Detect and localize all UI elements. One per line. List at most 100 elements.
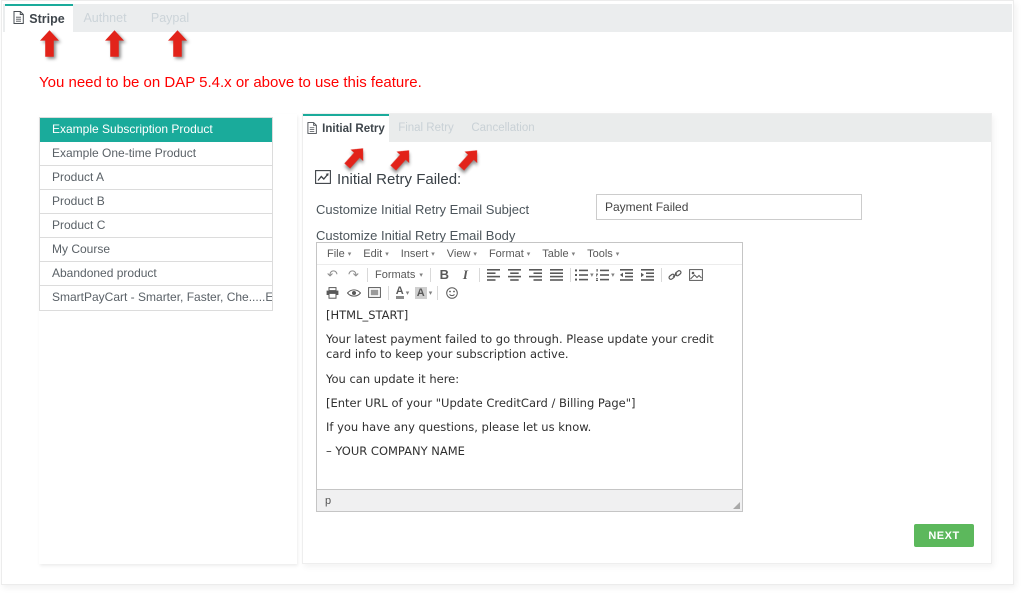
product-item-my-course[interactable]: My Course — [40, 238, 272, 262]
body-paragraph: [Enter URL of your "Update CreditCard / … — [326, 396, 733, 411]
editor-menubar: File▾ Edit▾ Insert▾ View▾ Format▾ Table▾… — [317, 243, 742, 264]
subject-label: Customize Initial Retry Email Subject — [316, 202, 529, 217]
menu-view[interactable]: View▾ — [442, 248, 484, 260]
product-item-example-onetime[interactable]: Example One-time Product — [40, 142, 272, 166]
chevron-down-icon: ▾ — [431, 250, 435, 258]
gateway-tab-strip: Stripe Authnet Paypal — [3, 4, 1012, 32]
chart-icon — [315, 170, 331, 188]
menu-view-label: View — [447, 248, 471, 260]
email-body-editor-frame: File▾ Edit▾ Insert▾ View▾ Format▾ Table▾… — [316, 242, 743, 512]
tab-stripe[interactable]: Stripe — [5, 4, 73, 32]
chevron-down-icon: ▾ — [527, 250, 531, 258]
chevron-down-icon: ▾ — [406, 289, 410, 297]
chevron-down-icon: ▾ — [473, 250, 477, 258]
tab-cancellation-label: Cancellation — [471, 122, 534, 134]
tab-paypal-label: Paypal — [151, 11, 189, 25]
emoticon-icon[interactable] — [441, 285, 462, 301]
align-left-icon[interactable] — [483, 267, 504, 283]
link-icon[interactable] — [665, 267, 686, 283]
align-justify-icon[interactable] — [546, 267, 567, 283]
formats-label: Formats — [375, 269, 415, 281]
tab-stripe-label: Stripe — [29, 12, 64, 26]
menu-edit-label: Edit — [363, 248, 382, 260]
chevron-down-icon: ▾ — [616, 250, 620, 258]
undo-button[interactable]: ↶ — [322, 267, 343, 283]
print-icon[interactable] — [322, 285, 343, 301]
formats-dropdown[interactable]: Formats ▾ — [371, 267, 427, 283]
email-body-content[interactable]: [HTML_START] Your latest payment failed … — [317, 301, 742, 489]
numbered-list-icon[interactable]: ▾ — [595, 267, 616, 283]
text-color-button[interactable]: A▾ — [392, 285, 413, 301]
menu-table[interactable]: Table ▾ — [537, 248, 582, 260]
indent-icon[interactable] — [637, 267, 658, 283]
menu-insert[interactable]: Insert▾ — [396, 248, 442, 260]
outdent-icon[interactable] — [616, 267, 637, 283]
annotation-arrow-stripe-icon — [40, 30, 59, 62]
body-label: Customize Initial Retry Email Body — [316, 228, 515, 243]
body-paragraph: [HTML_START] — [326, 308, 733, 323]
menu-file[interactable]: File▾ — [322, 248, 358, 260]
resize-handle[interactable] — [733, 502, 740, 509]
menu-tools[interactable]: Tools▾ — [582, 248, 626, 260]
chevron-down-icon: ▾ — [385, 250, 389, 258]
body-paragraph: Your latest payment failed to go through… — [326, 332, 733, 362]
toolbar-divider — [367, 268, 368, 282]
chevron-down-icon: ▾ — [611, 271, 615, 279]
element-path[interactable]: p — [325, 495, 331, 507]
tab-paypal[interactable]: Paypal — [137, 4, 203, 32]
section-heading-text: Initial Retry Failed: — [337, 171, 461, 188]
product-item-product-c[interactable]: Product C — [40, 214, 272, 238]
chevron-down-icon: ▾ — [429, 289, 433, 297]
menu-insert-label: Insert — [401, 248, 429, 260]
chevron-down-icon: ▾ — [590, 271, 594, 279]
bullet-list-icon[interactable]: ▾ — [574, 267, 595, 283]
page-container: Stripe Authnet Paypal You need to be on … — [1, 0, 1014, 585]
tab-authnet[interactable]: Authnet — [73, 4, 137, 32]
align-center-icon[interactable] — [504, 267, 525, 283]
body-paragraph: – YOUR COMPANY NAME — [326, 444, 733, 459]
product-item-abandoned[interactable]: Abandoned product — [40, 262, 272, 286]
chevron-down-icon: ▾ — [348, 250, 352, 258]
menu-tools-label: Tools — [587, 248, 613, 260]
document-icon — [307, 122, 317, 137]
menu-format[interactable]: Format▾ — [484, 248, 537, 260]
toolbar-divider — [430, 268, 431, 282]
product-item-product-b[interactable]: Product B — [40, 190, 272, 214]
toolbar-divider — [479, 268, 480, 282]
image-icon[interactable] — [686, 267, 707, 283]
tab-initial-retry[interactable]: Initial Retry — [303, 114, 389, 142]
background-color-button[interactable]: A▾ — [413, 285, 434, 301]
product-column: Example Subscription Product Example One… — [39, 114, 297, 564]
body-paragraph: You can update it here: — [326, 372, 733, 387]
italic-button[interactable]: I — [455, 267, 476, 283]
tab-final-retry-label: Final Retry — [398, 122, 454, 134]
menu-file-label: File — [327, 248, 345, 260]
editor-toolbar-row1: ↶ ↷ Formats ▾ B I ▾ ▾ — [317, 264, 742, 284]
media-icon[interactable] — [364, 285, 385, 301]
chevron-down-icon: ▾ — [572, 250, 576, 258]
editor-statusbar: p — [317, 489, 742, 511]
toolbar-divider — [661, 268, 662, 282]
version-warning: You need to be on DAP 5.4.x or above to … — [39, 74, 422, 91]
toolbar-divider — [388, 286, 389, 300]
background-color-glyph: A — [415, 287, 427, 299]
align-right-icon[interactable] — [525, 267, 546, 283]
section-heading: Initial Retry Failed: — [315, 170, 461, 188]
preview-eye-icon[interactable] — [343, 285, 364, 301]
email-tab-strip: Initial Retry Final Retry Cancellation — [303, 114, 991, 142]
menu-edit[interactable]: Edit▾ — [358, 248, 395, 260]
chevron-down-icon: ▾ — [419, 271, 423, 279]
bold-button[interactable]: B — [434, 267, 455, 283]
redo-button[interactable]: ↷ — [343, 267, 364, 283]
product-item-example-subscription[interactable]: Example Subscription Product — [40, 118, 272, 142]
tab-final-retry[interactable]: Final Retry — [389, 114, 463, 142]
annotation-arrow-paypal-icon — [168, 30, 187, 62]
product-list: Example Subscription Product Example One… — [39, 117, 273, 311]
editor-toolbar-row2: A▾ A▾ — [317, 284, 742, 301]
product-item-smartpaycart[interactable]: SmartPayCart - Smarter, Faster, Che.....… — [40, 286, 272, 310]
subject-input[interactable] — [596, 194, 862, 220]
next-button[interactable]: NEXT — [914, 524, 974, 547]
menu-table-label: Table — [542, 248, 568, 260]
product-item-product-a[interactable]: Product A — [40, 166, 272, 190]
tab-cancellation[interactable]: Cancellation — [463, 114, 543, 142]
